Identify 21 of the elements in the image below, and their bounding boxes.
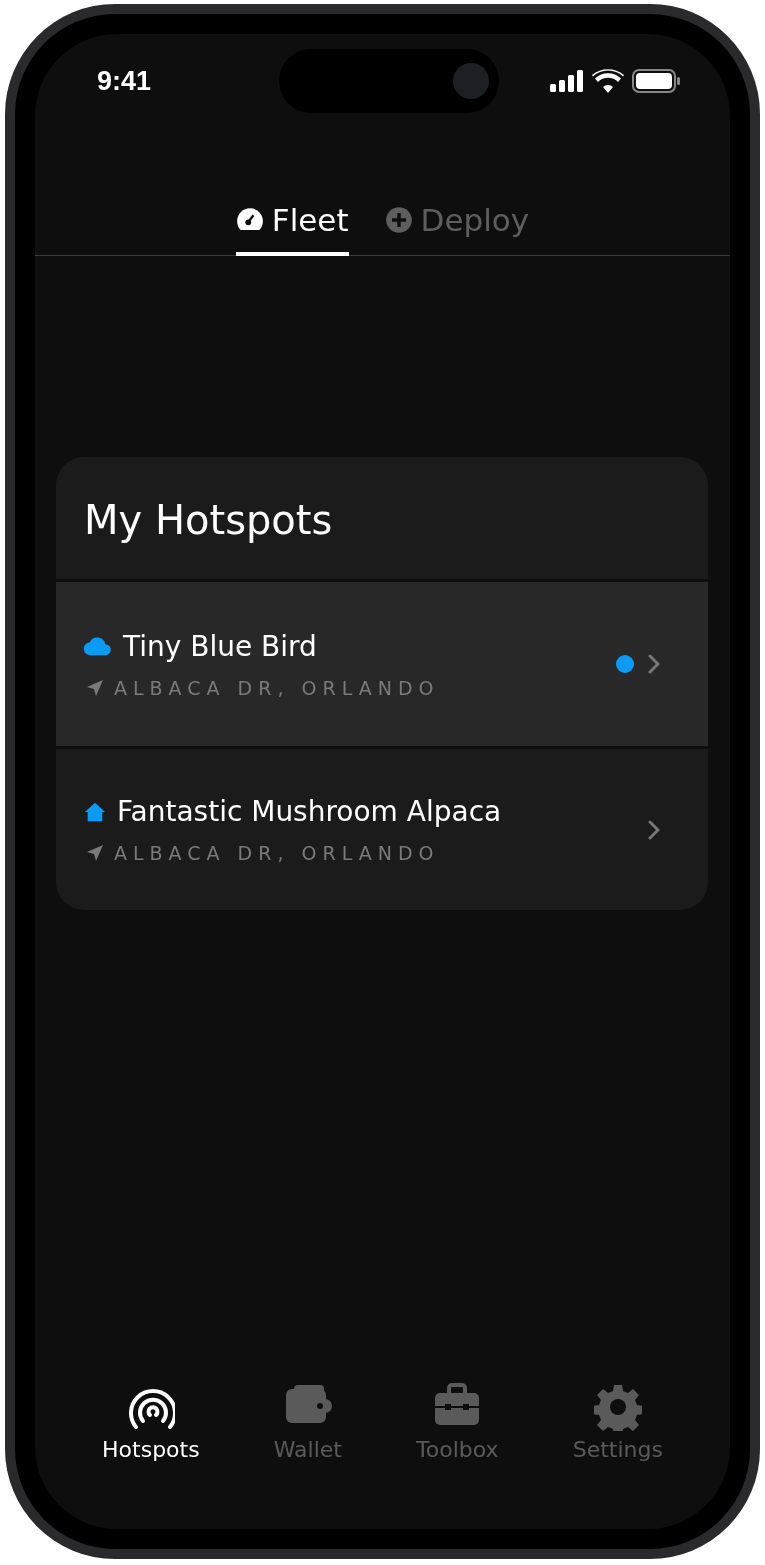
hotspot-location: ALBACA DR, ORLANDO [114,842,440,864]
hotspot-row[interactable]: Tiny Blue Bird ALBACA DR, ORLANDO [56,582,708,746]
location-arrow-icon [86,844,104,862]
hotspot-name: Tiny Blue Bird [123,629,317,663]
status-time: 9:41 [97,65,153,97]
hotspot-name: Fantastic Mushroom Alpaca [117,795,502,828]
wifi-icon [592,69,624,93]
chevron-right-icon [648,654,660,674]
hotspot-row[interactable]: Fantastic Mushroom Alpaca ALBACA DR, ORLANDO [56,746,708,910]
location-arrow-icon [86,678,104,697]
tab[interactable]: Fleet [235,202,349,256]
nav-tab[interactable]: Hotspots [96,1382,206,1463]
hotspot-location: ALBACA DR, ORLANDO [114,676,440,699]
house-icon [83,800,107,823]
battery-icon [632,69,680,93]
signal-icon [550,70,584,92]
cloud-icon [83,635,113,657]
plus-icon [384,206,413,234]
chevron-right-icon [648,819,660,840]
camera-icon [452,63,489,99]
gear-icon [593,1383,642,1431]
